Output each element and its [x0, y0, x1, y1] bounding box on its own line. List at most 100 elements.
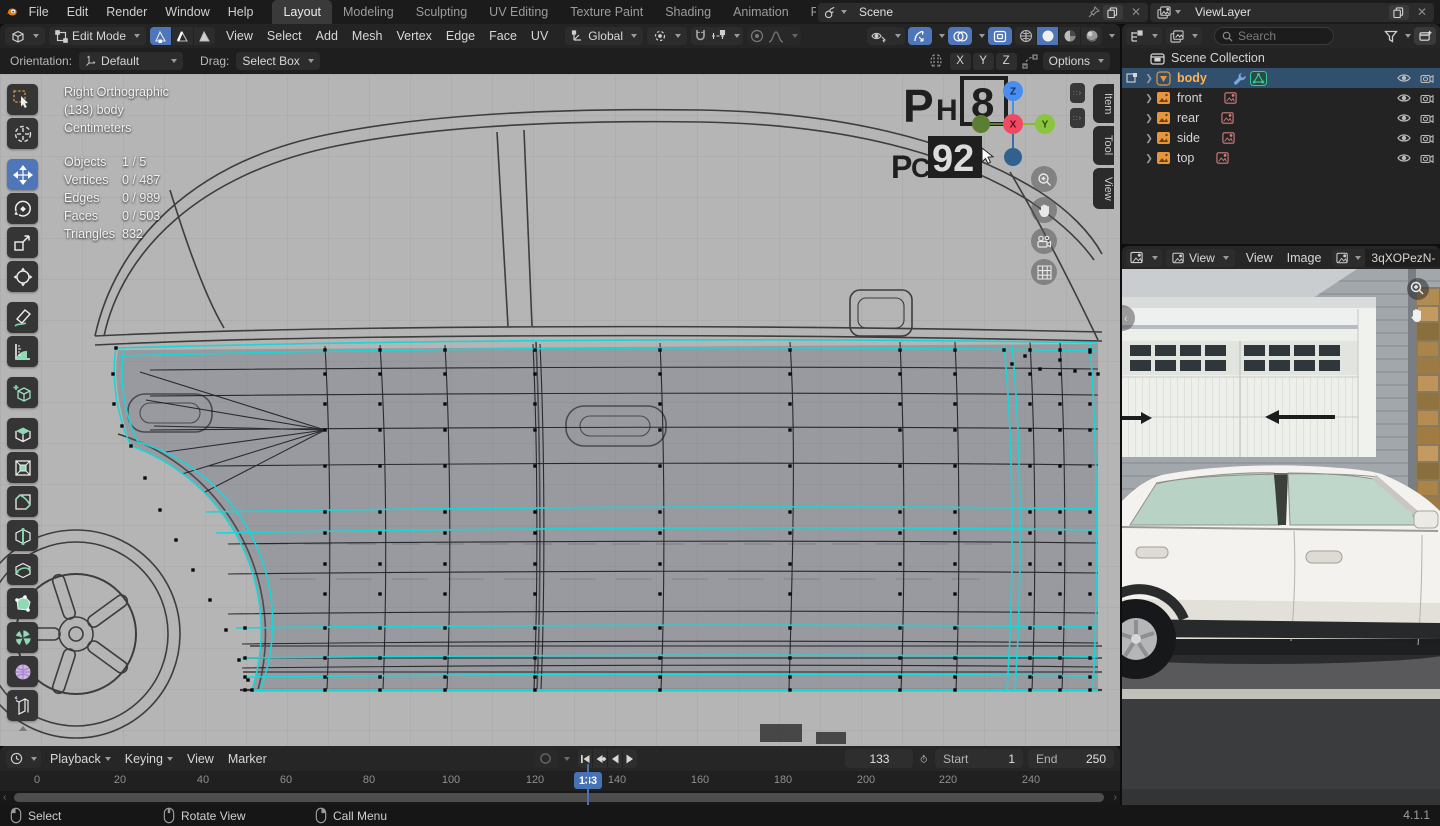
tool-loop-cut[interactable] — [7, 520, 38, 551]
image-browse-button[interactable] — [1332, 249, 1365, 267]
menu-help[interactable]: Help — [219, 0, 263, 24]
workspace-tab-sculpting[interactable]: Sculpting — [405, 0, 478, 24]
drag-dropdown[interactable]: Select Box — [236, 52, 319, 70]
mirror-icon[interactable] — [927, 53, 945, 69]
new-scene-button[interactable] — [1103, 5, 1123, 20]
tool-move[interactable] — [7, 159, 38, 190]
sidebar-tab-tool[interactable]: Tool — [1093, 126, 1114, 164]
render-camera-icon[interactable] — [1420, 153, 1434, 164]
frame-start-field[interactable]: Start1 — [935, 749, 1023, 768]
unlink-scene-button[interactable]: ✕ — [1126, 5, 1146, 19]
snap-base-icon[interactable] — [1022, 54, 1038, 69]
tool-poly-build[interactable] — [7, 588, 38, 619]
viewlayer-icon[interactable] — [1152, 3, 1186, 21]
tool-inset-faces[interactable] — [7, 452, 38, 483]
expand-arrow[interactable]: ❯ — [1142, 153, 1156, 164]
snap-target-icon[interactable] — [711, 30, 726, 42]
menu-window[interactable]: Window — [156, 0, 218, 24]
overlays-toggle[interactable] — [948, 27, 972, 45]
scene-collection-row[interactable]: Scene Collection — [1122, 48, 1440, 68]
tool-measure[interactable] — [7, 336, 38, 367]
face-select-mode-button[interactable] — [194, 27, 215, 45]
edge-select-mode-button[interactable] — [172, 27, 193, 45]
render-camera-icon[interactable] — [1420, 133, 1434, 144]
tool-bevel[interactable] — [7, 486, 38, 517]
tool-transform[interactable] — [7, 261, 38, 292]
workspace-tab-layout[interactable]: Layout — [272, 0, 332, 24]
current-frame-field[interactable]: 133 — [845, 749, 913, 768]
jump-start-button[interactable] — [578, 749, 592, 768]
toggle-grid-button[interactable] — [1031, 259, 1057, 285]
tool-edge-slide[interactable] — [7, 690, 38, 721]
play-reverse-button[interactable] — [608, 749, 622, 768]
play-button[interactable] — [623, 749, 637, 768]
timeline-menu-marker[interactable]: Marker — [221, 747, 274, 771]
timeline-scroll-thumb[interactable] — [14, 793, 1104, 802]
orientation-dropdown[interactable]: Default — [79, 52, 183, 70]
workspace-tab-modeling[interactable]: Modeling — [332, 0, 405, 24]
workspace-tab-rendering[interactable]: Rendering — [800, 0, 816, 24]
mesh-faces[interactable] — [116, 344, 1098, 690]
menu-edit[interactable]: Edit — [58, 0, 98, 24]
timeline-menu-playback[interactable]: Playback — [43, 747, 118, 771]
timeline-scrollbar[interactable]: ‹ › — [0, 791, 1120, 805]
snap-magnet-icon[interactable] — [694, 29, 707, 43]
rendered-shading-button[interactable] — [1081, 27, 1102, 45]
viewport-menu-vertex[interactable]: Vertex — [389, 24, 438, 48]
image-editor-canvas[interactable]: ‹ — [1122, 269, 1440, 805]
tool-add-cube[interactable] — [7, 377, 38, 408]
sidebar-tab-item[interactable]: Item — [1093, 84, 1114, 123]
remove-viewlayer-button[interactable]: ✕ — [1412, 5, 1432, 19]
search-input[interactable] — [1238, 29, 1318, 43]
object-name[interactable]: rear — [1171, 111, 1199, 125]
filter-funnel-icon[interactable] — [1384, 30, 1398, 43]
visibility-eye-icon[interactable] — [1397, 73, 1411, 83]
prev-keyframe-button[interactable] — [593, 749, 607, 768]
workspace-tab-uv-editing[interactable]: UV Editing — [478, 0, 559, 24]
camera-view-button[interactable] — [1031, 228, 1057, 254]
mirror-y-toggle[interactable]: Y — [973, 53, 994, 70]
toolbar-overflow-indicator[interactable] — [7, 724, 38, 732]
visibility-eye-icon[interactable] — [1397, 133, 1411, 143]
frame-end-field[interactable]: End250 — [1028, 749, 1114, 768]
scene-icon[interactable] — [820, 3, 850, 21]
image-datablock[interactable]: 3qXOPezN- — [1332, 249, 1440, 267]
options-dropdown[interactable]: Options — [1043, 52, 1110, 70]
timeline-menu-view[interactable]: View — [180, 747, 221, 771]
image-zoom-button[interactable] — [1407, 278, 1429, 300]
tool-rotate[interactable] — [7, 193, 38, 224]
tool-extrude-region[interactable] — [7, 418, 38, 449]
expand-arrow[interactable]: ❯ — [1142, 73, 1156, 84]
workspace-tab-shading[interactable]: Shading — [654, 0, 722, 24]
gizmo-neg-y-axis[interactable] — [972, 115, 990, 133]
expand-arrow[interactable]: ❯ — [1142, 133, 1156, 144]
mirror-z-toggle[interactable]: Z — [996, 53, 1017, 70]
visibility-eye-icon[interactable] — [1397, 93, 1411, 103]
scene-selector[interactable]: Scene ✕ — [818, 3, 1148, 22]
pivot-point-dropdown[interactable] — [647, 27, 687, 45]
gizmo-neg-z-axis[interactable] — [1004, 148, 1022, 166]
vertex-select-mode-button[interactable] — [150, 27, 171, 45]
outliner-item-front[interactable]: ❯front — [1122, 88, 1440, 108]
outliner-display-mode-button[interactable] — [1166, 27, 1202, 45]
object-name[interactable]: body — [1171, 71, 1207, 85]
wireframe-shading-button[interactable] — [1015, 27, 1036, 45]
solid-shading-button[interactable] — [1037, 27, 1058, 45]
image-menu-view[interactable]: View — [1239, 246, 1280, 270]
viewport-menu-select[interactable]: Select — [260, 24, 309, 48]
timeline-editor-type-button[interactable] — [6, 750, 41, 768]
mirror-x-toggle[interactable]: X — [950, 53, 971, 70]
tool-knife[interactable] — [7, 554, 38, 585]
viewlayer-selector[interactable]: ViewLayer ✕ — [1150, 3, 1434, 22]
auto-keying-toggle[interactable] — [534, 750, 558, 768]
outliner-editor-type-button[interactable] — [1126, 27, 1162, 45]
menu-render[interactable]: Render — [97, 0, 156, 24]
object-name[interactable]: front — [1171, 91, 1202, 105]
viewport-canvas[interactable]: P H 8 P C 92 — [0, 74, 1120, 746]
image-editor-type-button[interactable] — [1126, 249, 1162, 267]
zoom-button[interactable] — [1031, 166, 1057, 192]
viewport-menu-uv[interactable]: UV — [524, 24, 555, 48]
tool-smooth[interactable] — [7, 656, 38, 687]
outliner-item-side[interactable]: ❯side — [1122, 128, 1440, 148]
render-camera-icon[interactable] — [1420, 93, 1434, 104]
